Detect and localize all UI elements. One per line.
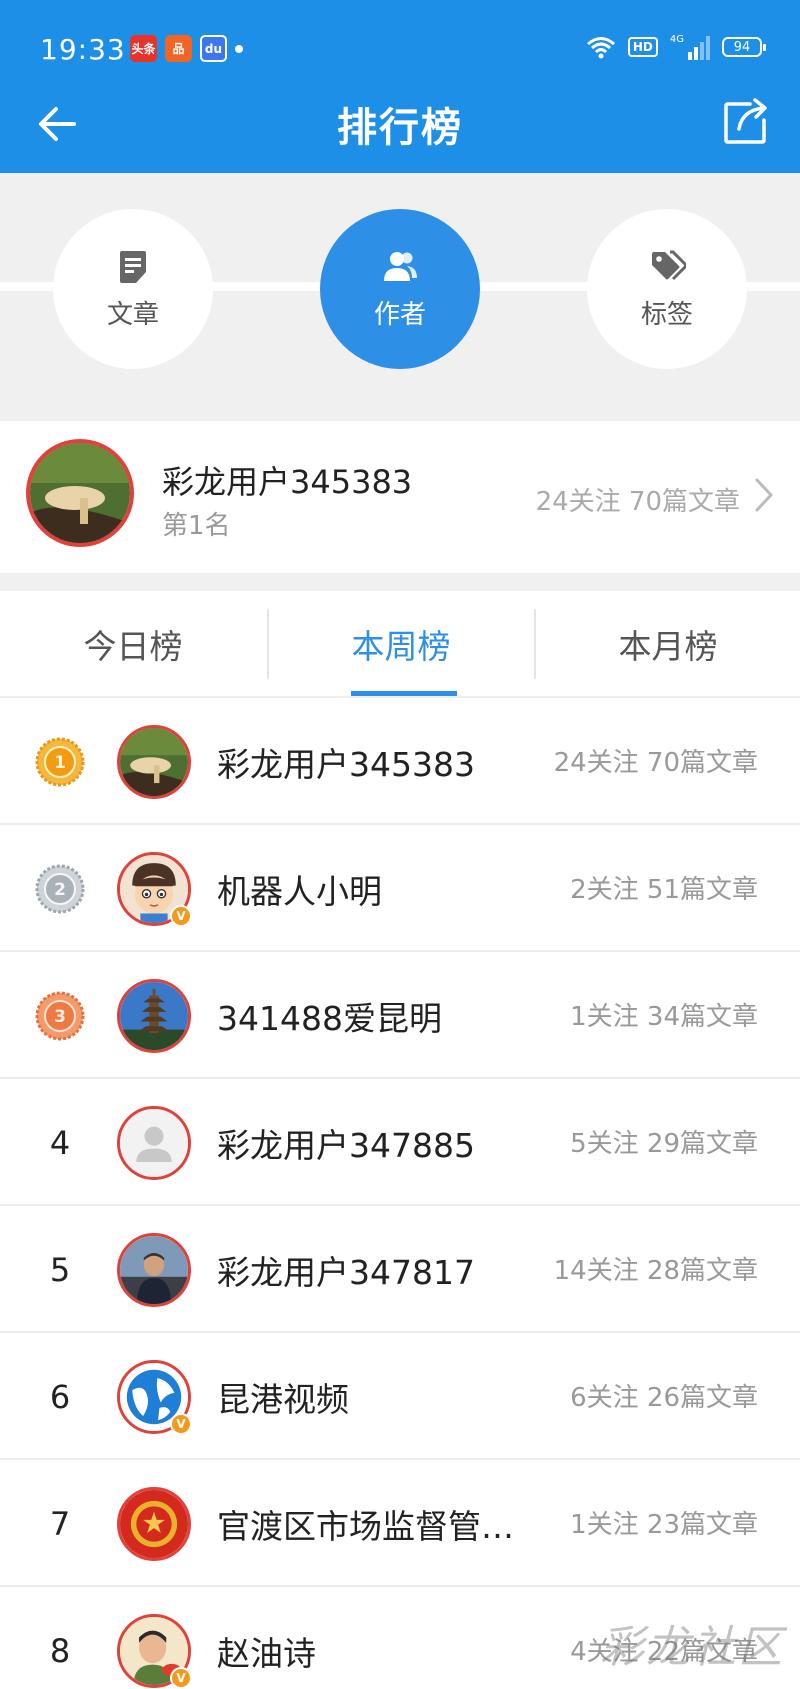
author-name: 彩龙用户345383 [217, 745, 475, 784]
author-stats: 24关注 70篇文章 [553, 748, 758, 778]
top-author-rank: 第1名 [162, 511, 231, 541]
users-icon [384, 251, 417, 281]
ranking-row[interactable]: 4 彩龙用户347885 5关注 29篇文章 [0, 1079, 800, 1206]
emblem-avatar-image [120, 1490, 188, 1558]
site-watermark: 彩龙社区 [600, 1622, 784, 1673]
battery-icon: 94 [722, 37, 766, 57]
ranking-row[interactable]: 3 341488爱昆明 1关注 34篇文章 [0, 952, 800, 1079]
author-name: 341488爱昆明 [217, 999, 442, 1038]
silver-medal-icon: 2 [35, 864, 85, 914]
rank-number: 6 [49, 1378, 71, 1416]
author-stats: 1关注 23篇文章 [570, 1510, 758, 1540]
category-tags-button[interactable]: 标签 [587, 209, 747, 369]
ranking-row[interactable]: 1 彩龙用户345383 24关注 70篇文章 [0, 698, 800, 825]
wifi-icon [586, 37, 615, 59]
avatar [117, 979, 191, 1053]
top-author-name: 彩龙用户345383 [162, 463, 413, 501]
pagoda-avatar-image [120, 982, 188, 1050]
notification-app-icons: 头条 品 du [130, 35, 243, 62]
tab-today[interactable]: 今日榜 [0, 591, 266, 696]
rank-number: 8 [49, 1632, 71, 1670]
ranking-row[interactable]: 7 官渡区市场监督管… 1关注 23篇文章 [0, 1460, 800, 1587]
tab-this-month[interactable]: 本月榜 [535, 591, 800, 696]
avatar [117, 725, 191, 799]
rank-cell: 2 [30, 862, 90, 916]
chevron-right-icon [755, 478, 774, 512]
author-stats: 5关注 29篇文章 [570, 1129, 758, 1159]
rank-number: 5 [49, 1251, 71, 1289]
avatar: V [117, 852, 192, 927]
share-icon[interactable] [722, 96, 770, 146]
svg-text:1: 1 [54, 753, 66, 773]
app-bar: 排行榜 [0, 80, 800, 173]
top-author-stats: 24关注 70篇文章 [535, 487, 740, 517]
active-tab-indicator [351, 691, 457, 696]
section-divider [0, 573, 800, 591]
baidu-app-icon: du [200, 35, 227, 62]
tab-label: 今日榜 [83, 626, 183, 666]
cellular-signal-icon: 4G [670, 34, 710, 60]
tab-label: 本周榜 [351, 626, 451, 666]
avatar: V [117, 1614, 192, 1689]
ranking-list: 1 彩龙用户345383 24关注 70篇文章 2 V 机器人小明 2关注 51… [0, 698, 800, 1689]
svg-text:3: 3 [54, 1007, 66, 1027]
top-author-card[interactable]: 彩龙用户345383 第1名 24关注 70篇文章 [0, 421, 800, 573]
verified-badge-icon: V [170, 1413, 192, 1435]
gold-medal-icon: 1 [35, 737, 85, 787]
author-name: 昆港视频 [217, 1380, 349, 1419]
status-right-icons: HD 4G 94 [586, 34, 766, 60]
ranking-row[interactable]: 5 彩龙用户347817 14关注 28篇文章 [0, 1206, 800, 1333]
rank-number: 4 [49, 1124, 71, 1162]
battery-level: 94 [733, 39, 751, 55]
category-label: 作者 [373, 299, 426, 330]
avatar [117, 1487, 191, 1561]
mushroom-avatar-image [120, 728, 188, 796]
author-stats: 2关注 51篇文章 [570, 875, 758, 905]
verified-badge-icon: V [170, 1667, 192, 1689]
author-stats: 6关注 26篇文章 [570, 1383, 758, 1413]
tab-label: 本月榜 [618, 626, 718, 666]
author-name: 赵油诗 [217, 1634, 316, 1673]
avatar [117, 1106, 191, 1180]
category-switcher: 文章 作者 标签 [0, 173, 800, 421]
ranking-row[interactable]: 2 V 机器人小明 2关注 51篇文章 [0, 825, 800, 952]
author-name: 彩龙用户347817 [217, 1253, 475, 1292]
tag-icon [652, 250, 686, 280]
category-articles-button[interactable]: 文章 [53, 209, 213, 369]
svg-text:2: 2 [54, 880, 66, 900]
author-stats: 1关注 34篇文章 [570, 1002, 758, 1032]
tab-this-week[interactable]: 本周榜 [268, 591, 534, 696]
author-stats: 14关注 28篇文章 [553, 1256, 758, 1286]
xiaohongshu-app-icon: 品 [165, 35, 192, 62]
top-bar: 19:33 头条 品 du HD 4G 94 排行榜 [0, 0, 800, 173]
bronze-medal-icon: 3 [35, 991, 85, 1041]
category-label: 文章 [106, 299, 159, 330]
rank-cell: 1 [30, 735, 90, 789]
man-photo-avatar-image [120, 1236, 188, 1304]
author-name: 官渡区市场监督管… [217, 1507, 514, 1546]
toutiao-app-icon: 头条 [130, 35, 157, 62]
rank-cell: 3 [30, 989, 90, 1043]
ranking-row[interactable]: 6 V 昆港视频 6关注 26篇文章 [0, 1333, 800, 1460]
rank-number: 7 [49, 1505, 71, 1543]
period-tabs: 今日榜 本周榜 本月榜 [0, 591, 800, 698]
network-type: 4G [669, 34, 684, 45]
category-label: 标签 [640, 299, 693, 330]
author-name: 彩龙用户347885 [217, 1126, 475, 1165]
avatar [26, 439, 134, 547]
default-user-avatar-icon [120, 1109, 188, 1177]
category-authors-button[interactable]: 作者 [320, 209, 480, 369]
mushroom-avatar-image [30, 443, 130, 543]
author-name: 机器人小明 [217, 872, 382, 911]
document-icon [120, 250, 146, 283]
notification-dot-icon [235, 44, 243, 53]
verified-badge-icon: V [170, 905, 192, 927]
status-time: 19:33 [40, 33, 126, 66]
avatar [117, 1233, 191, 1307]
page-title: 排行榜 [337, 105, 463, 151]
hd-badge: HD [627, 37, 658, 57]
avatar: V [117, 1360, 192, 1435]
